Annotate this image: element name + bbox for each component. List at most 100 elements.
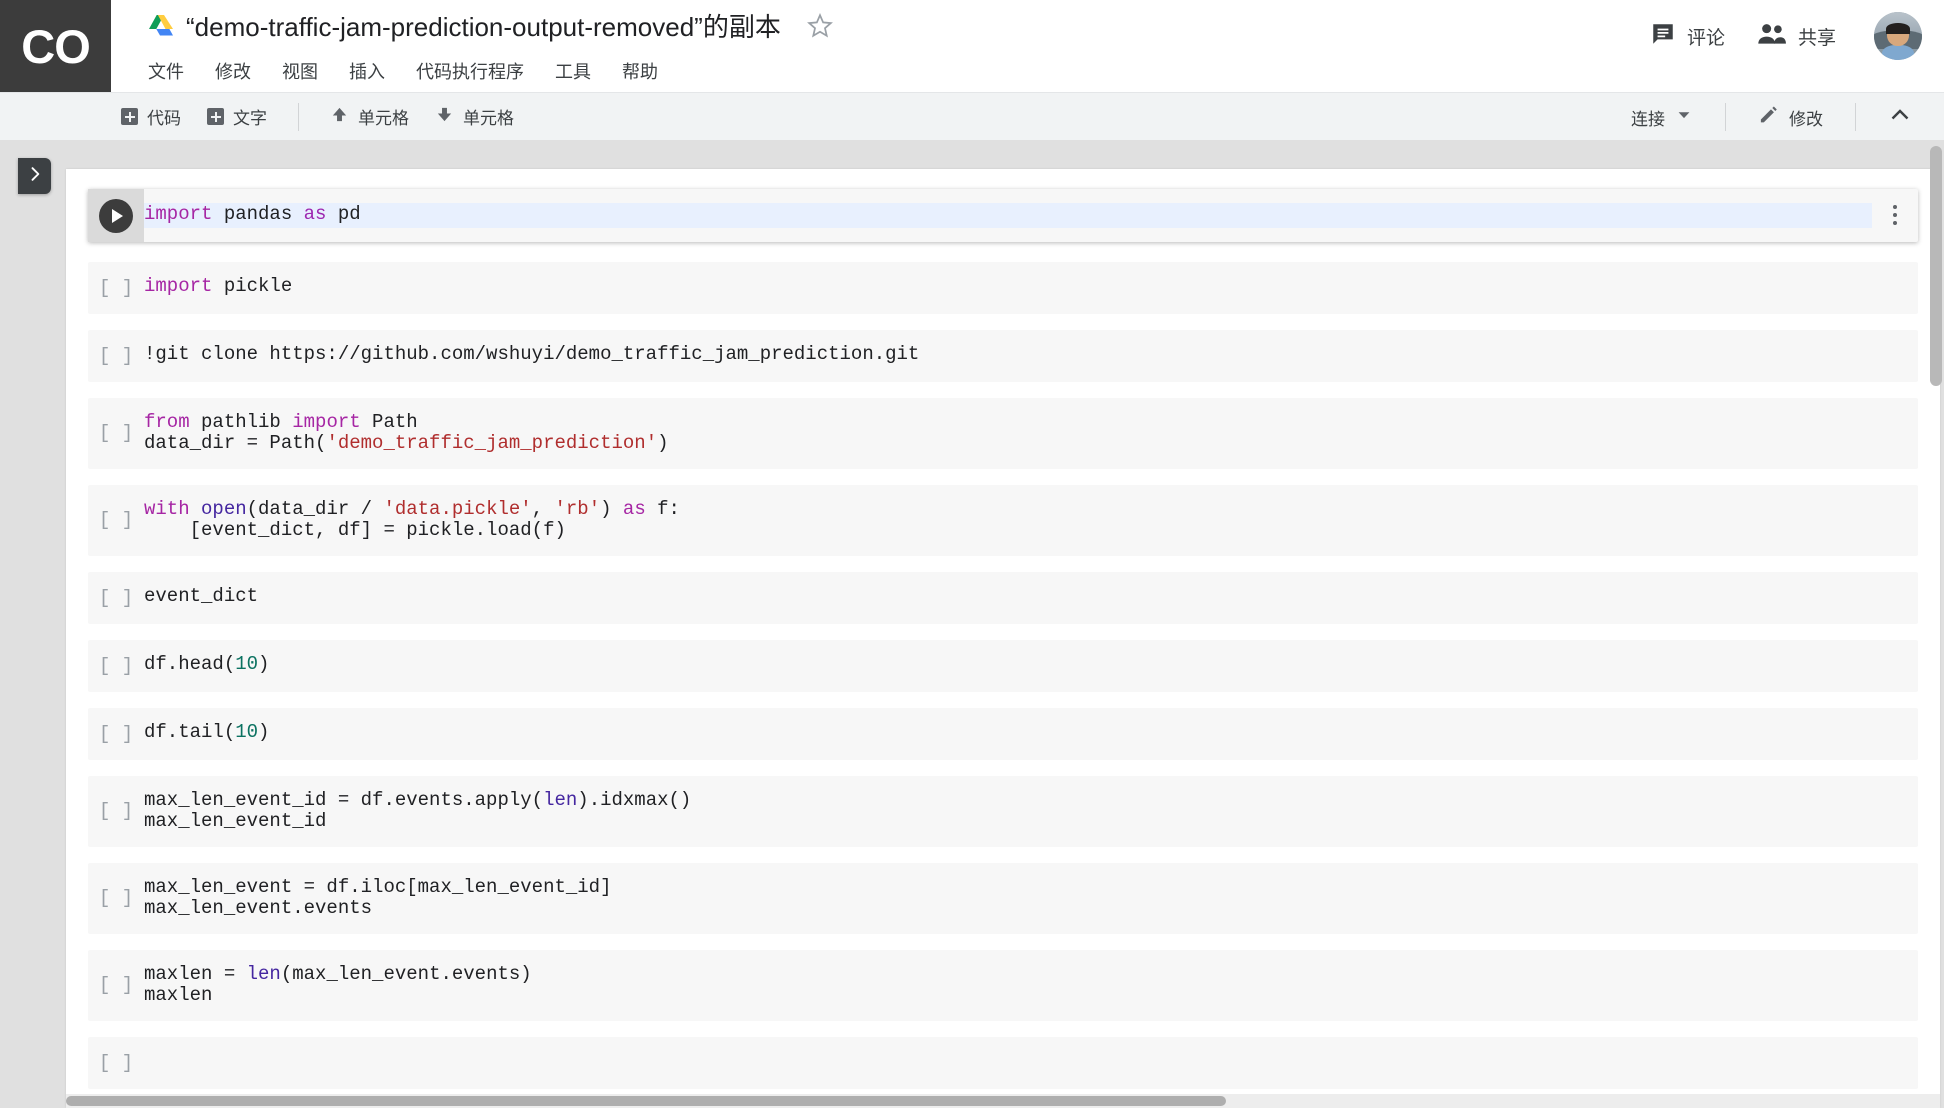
add-text-label: 文字 bbox=[233, 109, 267, 128]
menu-item-tools[interactable]: 工具 bbox=[555, 58, 591, 84]
code-token: maxlen bbox=[144, 984, 213, 1006]
code-token: 'demo_traffic_jam_prediction' bbox=[326, 432, 658, 454]
code-token: df.tail( bbox=[144, 720, 236, 743]
notebook-cell[interactable]: [ ] df.head(10) bbox=[88, 639, 1918, 692]
cell-code[interactable]: maxlen = len(max_len_event.events) maxlen bbox=[144, 950, 1918, 1021]
code-token: 'data.pickle' bbox=[383, 497, 532, 520]
code-line: maxlen = len(max_len_event.events) bbox=[144, 963, 1918, 986]
arrow-down-icon bbox=[435, 105, 454, 129]
move-up-label: 单元格 bbox=[358, 109, 409, 128]
code-token: import bbox=[144, 203, 213, 225]
cell-code[interactable]: max_len_event_id = df.events.apply(len).… bbox=[144, 776, 1918, 847]
notebook-cell[interactable]: [ ] max_len_event_id = df.events.apply(le… bbox=[88, 775, 1918, 847]
notebook-cell[interactable]: [ ] with open(data_dir / 'data.pickle', '… bbox=[88, 484, 1918, 556]
code-lines: df.head(10) bbox=[144, 652, 1918, 676]
people-icon bbox=[1757, 22, 1787, 51]
chevron-down-icon bbox=[1675, 106, 1693, 129]
edit-button[interactable]: 修改 bbox=[1744, 99, 1837, 135]
code-line: maxlen bbox=[144, 984, 1918, 1007]
notebook-toolbar: 代码 文字 单元格 单元格 连接 修改 bbox=[0, 92, 1944, 140]
cell-execution-prompt: [ ] bbox=[98, 654, 134, 677]
comment-icon bbox=[1650, 21, 1676, 52]
code-token: import bbox=[144, 274, 213, 297]
horizontal-scrollbar[interactable] bbox=[66, 1094, 1940, 1108]
code-token: max_len_event_id bbox=[144, 810, 327, 832]
cell-execution-prompt: [ ] bbox=[98, 509, 134, 531]
run-cell-button[interactable] bbox=[99, 199, 133, 233]
collapse-toolbar-button[interactable] bbox=[1874, 98, 1926, 137]
move-cell-down-button[interactable]: 单元格 bbox=[422, 99, 527, 134]
code-token: df.head( bbox=[144, 652, 236, 675]
plus-box-icon bbox=[121, 108, 138, 125]
cell-execution-prompt: [ ] bbox=[98, 422, 134, 444]
cell-code[interactable]: import pandas as pd bbox=[144, 189, 1872, 242]
cell-execution-prompt: [ ] bbox=[98, 974, 134, 996]
star-outline-icon[interactable] bbox=[806, 12, 833, 39]
cell-code[interactable]: import pickle bbox=[144, 262, 1918, 314]
notebook-cell[interactable]: [ ] df.tail(10) bbox=[88, 707, 1918, 760]
code-token: !git clone https://github.com/wshuyi/dem… bbox=[144, 342, 920, 365]
code-token: data_dir = Path( bbox=[144, 432, 327, 454]
sidebar-toggle-button[interactable] bbox=[18, 158, 51, 194]
user-avatar[interactable] bbox=[1874, 12, 1922, 60]
cell-options-menu-button[interactable] bbox=[1872, 189, 1918, 242]
notebook-cell[interactable]: [ ] bbox=[88, 1036, 1918, 1089]
menu-bar: 文件 修改 视图 插入 代码执行程序 工具 帮助 bbox=[148, 58, 658, 84]
notebook-cell[interactable]: [ ] import pickle bbox=[88, 261, 1918, 314]
play-icon bbox=[112, 209, 123, 223]
cell-code[interactable]: max_len_event = df.iloc[max_len_event_id… bbox=[144, 863, 1918, 934]
code-token: ) bbox=[258, 720, 270, 743]
add-text-cell-button[interactable]: 文字 bbox=[194, 99, 280, 134]
code-lines: df.tail(10) bbox=[144, 720, 1918, 744]
code-token: with bbox=[144, 497, 190, 520]
notebook-panel[interactable]: import pandas as pd [ ] import pickle [ ] !g… bbox=[66, 169, 1940, 1108]
comment-button[interactable]: 评论 bbox=[1634, 13, 1741, 60]
menu-item-runtime[interactable]: 代码执行程序 bbox=[416, 58, 524, 84]
notebook-cell[interactable]: [ ] maxlen = len(max_len_event.events) max… bbox=[88, 949, 1918, 1021]
add-code-label: 代码 bbox=[147, 109, 181, 128]
code-token: ) bbox=[657, 432, 669, 454]
title-row: “demo-traffic-jam-prediction-output-remo… bbox=[148, 7, 833, 44]
code-lines: from pathlib import Path data_dir = Path(… bbox=[144, 411, 1918, 455]
share-button[interactable]: 共享 bbox=[1741, 14, 1852, 59]
cell-execution-prompt: [ ] bbox=[98, 722, 134, 745]
pencil-icon bbox=[1758, 104, 1779, 130]
add-code-cell-button[interactable]: 代码 bbox=[108, 99, 194, 134]
cell-code[interactable]: df.head(10) bbox=[144, 640, 1918, 692]
notebook-cell[interactable]: [ ] !git clone https://github.com/wshuyi/… bbox=[88, 329, 1918, 382]
menu-item-insert[interactable]: 插入 bbox=[349, 58, 385, 84]
notebook-cell[interactable]: import pandas as pd bbox=[88, 189, 1918, 242]
cell-execution-prompt: [ ] bbox=[98, 586, 134, 609]
code-token: as bbox=[622, 497, 646, 520]
connect-button[interactable]: 连接 bbox=[1617, 100, 1707, 135]
avatar-hair bbox=[1886, 22, 1910, 35]
cell-code[interactable]: !git clone https://github.com/wshuyi/dem… bbox=[144, 330, 1918, 382]
run-cell-button-container[interactable] bbox=[88, 189, 144, 242]
code-line: import pickle bbox=[144, 274, 1918, 298]
vertical-scrollbar-thumb[interactable] bbox=[1930, 146, 1942, 386]
menu-item-view[interactable]: 视图 bbox=[282, 58, 318, 84]
colab-logo[interactable]: CO bbox=[0, 0, 111, 92]
cell-code[interactable]: with open(data_dir / 'data.pickle', 'rb'… bbox=[144, 485, 1918, 556]
menu-item-file[interactable]: 文件 bbox=[148, 58, 184, 84]
menu-item-edit[interactable]: 修改 bbox=[215, 58, 251, 84]
horizontal-scrollbar-thumb[interactable] bbox=[66, 1096, 1226, 1106]
plus-box-icon bbox=[207, 108, 224, 125]
top-bar: CO “demo-traffic-jam-prediction-output-r… bbox=[0, 0, 1944, 92]
notebook-cell[interactable]: [ ] max_len_event = df.iloc[max_len_event… bbox=[88, 862, 1918, 934]
code-line: df.head(10) bbox=[144, 652, 1918, 676]
notebook-cell[interactable]: [ ] event_dict bbox=[88, 571, 1918, 624]
code-lines: !git clone https://github.com/wshuyi/dem… bbox=[144, 342, 1918, 366]
cell-list: import pandas as pd [ ] import pickle [ ] !g… bbox=[66, 169, 1940, 1089]
google-drive-icon bbox=[148, 14, 174, 38]
cell-code[interactable]: event_dict bbox=[144, 572, 1918, 624]
menu-item-help[interactable]: 帮助 bbox=[622, 58, 658, 84]
document-title[interactable]: “demo-traffic-jam-prediction-output-remo… bbox=[186, 7, 781, 44]
cell-code[interactable] bbox=[144, 1037, 1918, 1089]
cell-execution-prompt: [ ] bbox=[98, 800, 134, 822]
move-cell-up-button[interactable]: 单元格 bbox=[317, 99, 422, 134]
cell-code[interactable]: df.tail(10) bbox=[144, 708, 1918, 760]
notebook-cell[interactable]: [ ] from pathlib import Path data_dir = Pa… bbox=[88, 397, 1918, 469]
cell-code[interactable]: from pathlib import Path data_dir = Path(… bbox=[144, 398, 1918, 469]
code-lines: max_len_event_id = df.events.apply(len).… bbox=[144, 789, 1918, 833]
